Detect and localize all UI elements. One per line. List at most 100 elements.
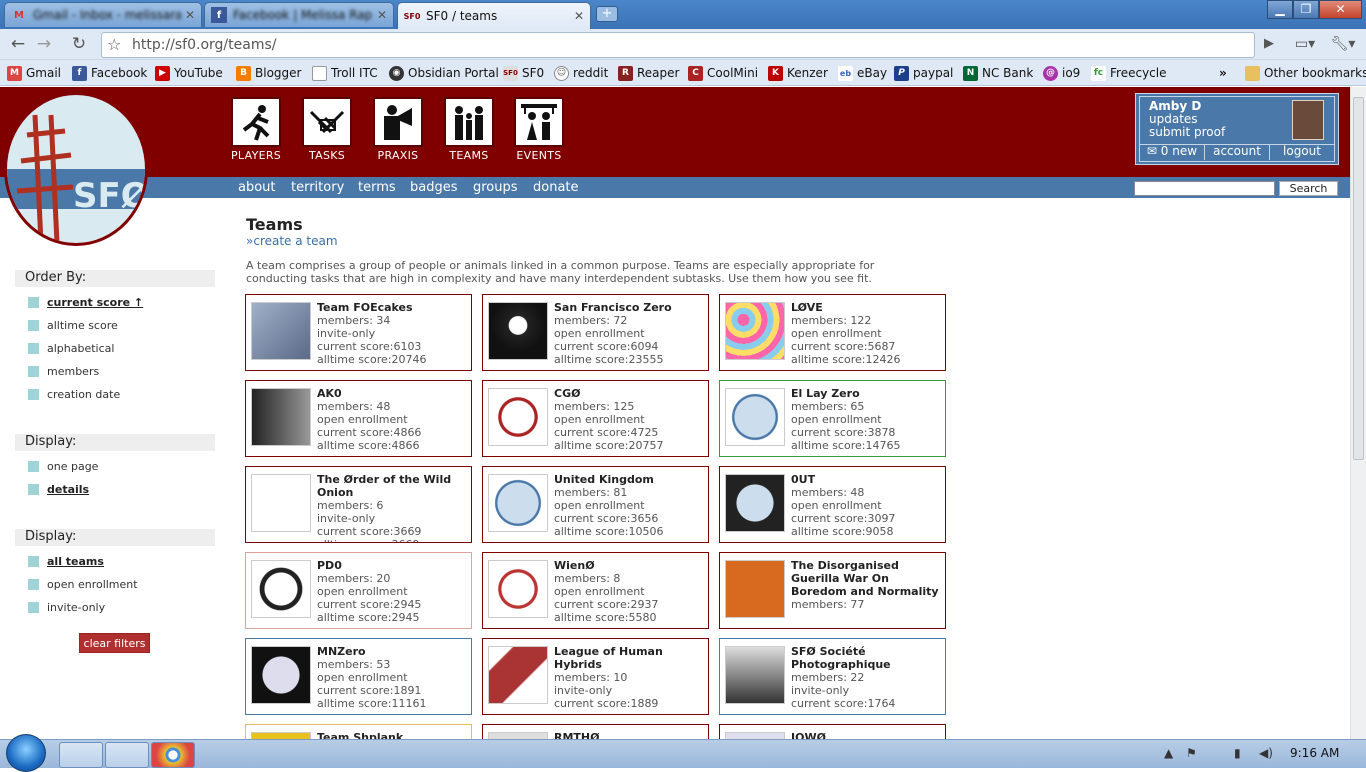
bookmark-blogger[interactable]: B Blogger	[236, 64, 301, 82]
bookmark-kenzer[interactable]: K Kenzer	[768, 64, 828, 82]
team-name[interactable]: Team Shplank	[317, 731, 467, 739]
tab-sf0-teams[interactable]: SF0 SF0 / teams ✕	[397, 2, 591, 29]
team-card[interactable]: 0UT members: 48 open enrollment current sco…	[719, 466, 946, 543]
close-icon[interactable]: ✕	[185, 8, 195, 22]
team-logo[interactable]	[725, 560, 785, 618]
address-bar[interactable]: ☆	[101, 32, 1255, 58]
minimize-button[interactable]: ▁	[1267, 0, 1293, 19]
team-logo[interactable]	[251, 474, 311, 532]
site-search-button[interactable]: Search	[1279, 181, 1338, 196]
team-card[interactable]: The Disorganised Guerilla War On Boredom…	[719, 552, 946, 629]
bookmark-reaper[interactable]: R Reaper	[618, 64, 679, 82]
nav-praxis[interactable]: PRAXIS	[373, 97, 423, 162]
subnav-territory[interactable]: territory	[291, 180, 344, 195]
subnav-terms[interactable]: terms	[358, 180, 396, 195]
team-card[interactable]: MNZero members: 53 open enrollment current …	[245, 638, 472, 715]
team-card[interactable]: San Francisco Zero members: 72 open enroll…	[482, 294, 709, 371]
order-members[interactable]: members	[28, 365, 99, 378]
new-tab-button[interactable]: +	[596, 6, 618, 22]
team-logo[interactable]	[725, 302, 785, 360]
team-card[interactable]: Team Shplank	[245, 724, 472, 739]
team-name[interactable]: San Francisco Zero	[554, 301, 704, 314]
go-icon[interactable]: ▶	[1257, 33, 1281, 57]
reload-button[interactable]: ↻	[67, 33, 91, 57]
team-logo[interactable]	[251, 302, 311, 360]
team-card[interactable]: The Ørder of the Wild Onion members: 6 inv…	[245, 466, 472, 543]
window-close-button[interactable]: ✕	[1319, 0, 1362, 19]
team-logo[interactable]	[251, 560, 311, 618]
team-card[interactable]: SFØ Société Photographique members: 22 inv…	[719, 638, 946, 715]
page-menu-icon[interactable]: ▭▾	[1290, 33, 1320, 57]
close-icon[interactable]: ✕	[574, 9, 584, 23]
team-logo[interactable]	[488, 560, 548, 618]
nav-teams[interactable]: TEAMS	[444, 97, 494, 162]
wrench-menu-icon[interactable]: 🔧︎▾	[1328, 33, 1358, 57]
team-name[interactable]: RMTHØ	[554, 731, 704, 739]
account-link[interactable]: account	[1204, 145, 1270, 160]
chrome-taskbar-icon[interactable]	[151, 742, 195, 768]
bookmark-gmail[interactable]: M Gmail	[7, 64, 61, 82]
team-name[interactable]: United Kingdom	[554, 473, 704, 486]
team-logo[interactable]	[488, 302, 548, 360]
team-card[interactable]: CGØ members: 125 open enrollment current sc…	[482, 380, 709, 457]
team-logo[interactable]	[251, 732, 311, 739]
sf0-logo[interactable]: SFØ	[4, 92, 148, 246]
messages-link[interactable]: ✉ 0 new	[1140, 145, 1204, 160]
explorer-taskbar-icon[interactable]	[59, 742, 103, 768]
team-logo[interactable]	[488, 732, 548, 739]
nav-tasks[interactable]: TASKS	[302, 97, 352, 162]
bookmark-star-icon[interactable]: ☆	[107, 35, 121, 54]
team-name[interactable]: The Ørder of the Wild Onion	[317, 473, 467, 499]
display-one-page[interactable]: one page	[28, 460, 98, 473]
bookmark-ebay[interactable]: eb eBay	[838, 64, 887, 82]
team-card[interactable]: League of Human Hybrids members: 10 invite…	[482, 638, 709, 715]
other-bookmarks[interactable]: Other bookmarks	[1245, 64, 1366, 82]
team-name[interactable]: League of Human Hybrids	[554, 645, 704, 671]
bookmark-nc-bank[interactable]: N NC Bank	[963, 64, 1033, 82]
team-name[interactable]: CGØ	[554, 387, 704, 400]
avatar[interactable]	[1292, 100, 1324, 140]
subnav-groups[interactable]: groups	[473, 180, 518, 195]
tab-facebook[interactable]: f Facebook | Melissa Rapp ✕	[204, 2, 394, 27]
nav-players[interactable]: PLAYERS	[231, 97, 281, 162]
display-details[interactable]: details	[28, 483, 89, 496]
clock[interactable]: 9:16 AM	[1290, 746, 1339, 760]
team-logo[interactable]	[725, 474, 785, 532]
team-card[interactable]: United Kingdom members: 81 open enrollment…	[482, 466, 709, 543]
bookmark-coolmini[interactable]: C CoolMini	[688, 64, 758, 82]
team-logo[interactable]	[251, 646, 311, 704]
order-alltime-score[interactable]: alltime score	[28, 319, 118, 332]
back-button[interactable]: ←	[6, 33, 30, 57]
flag-icon[interactable]: ⚑	[1186, 746, 1197, 760]
team-name[interactable]: PD0	[317, 559, 467, 572]
bookmark-youtube[interactable]: ▶ YouTube	[155, 64, 223, 82]
tab-gmail[interactable]: M Gmail - Inbox - melissara... ✕	[4, 2, 202, 27]
network-icon[interactable]: ▮	[1234, 746, 1241, 760]
team-logo[interactable]	[725, 732, 785, 739]
bookmarks-overflow-button[interactable]: »	[1219, 64, 1227, 82]
team-logo[interactable]	[725, 646, 785, 704]
close-icon[interactable]: ✕	[377, 8, 387, 22]
team-name[interactable]: AK0	[317, 387, 467, 400]
team-name[interactable]: IOWØ	[791, 731, 941, 739]
clear-filters-button[interactable]: clear filters	[79, 633, 150, 653]
team-logo[interactable]	[488, 474, 548, 532]
files-taskbar-icon[interactable]	[105, 742, 149, 768]
team-card[interactable]: IOWØ	[719, 724, 946, 739]
filter-invite-only[interactable]: invite-only	[28, 601, 105, 614]
team-logo[interactable]	[251, 388, 311, 446]
team-card[interactable]: PD0 members: 20 open enrollment current sco…	[245, 552, 472, 629]
filter-all-teams[interactable]: all teams	[28, 555, 104, 568]
team-name[interactable]: LØVE	[791, 301, 941, 314]
team-name[interactable]: SFØ Société Photographique	[791, 645, 941, 671]
team-name[interactable]: El Lay Zero	[791, 387, 941, 400]
team-logo[interactable]	[488, 388, 548, 446]
team-card[interactable]: LØVE members: 122 open enrollment current s…	[719, 294, 946, 371]
bookmark-obsidian-portal[interactable]: ◉ Obsidian Portal	[389, 64, 499, 82]
team-card[interactable]: WienØ members: 8 open enrollment current sc…	[482, 552, 709, 629]
page-scrollbar[interactable]	[1350, 87, 1366, 739]
order-current-score[interactable]: current score ↑	[28, 296, 143, 309]
tray-up-arrow-icon[interactable]: ▲	[1164, 746, 1173, 760]
team-logo[interactable]	[488, 646, 548, 704]
bookmark-sf0[interactable]: SF0 SF0	[503, 64, 544, 82]
